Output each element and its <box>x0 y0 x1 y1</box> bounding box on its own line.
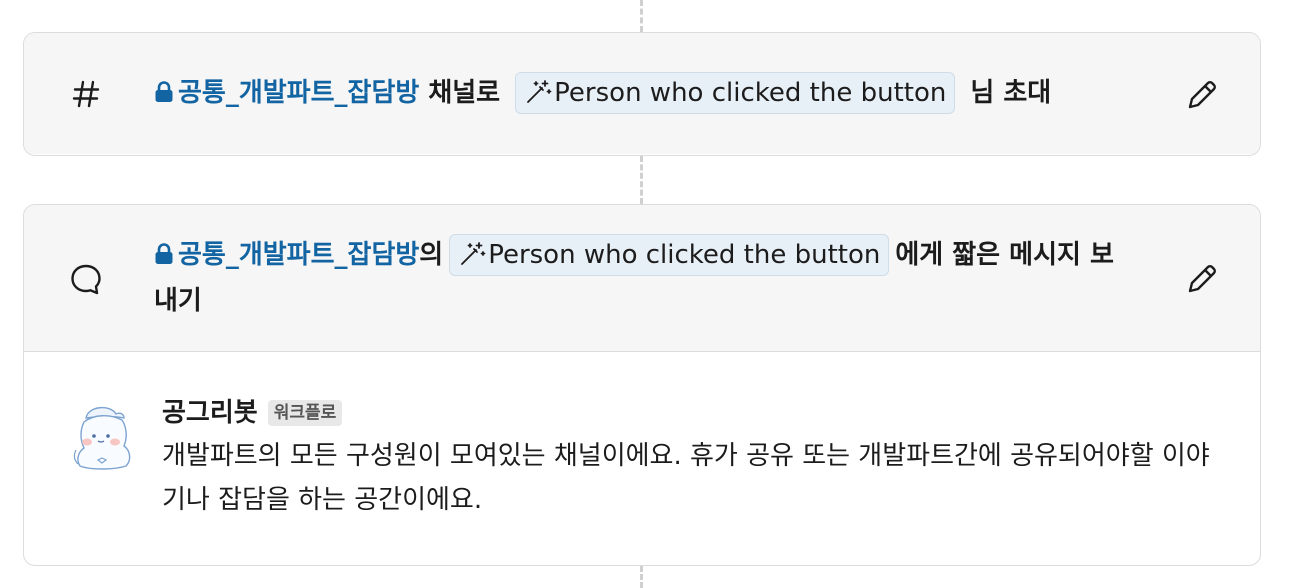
step-header: 공통_개발파트_잡담방의 Person who clicked the butto… <box>24 205 1260 351</box>
edit-button[interactable] <box>1180 73 1224 117</box>
message-preview: 공그리봇 워크플로 개발파트의 모든 구성원이 모여있는 채널이에요. 휴가 공… <box>24 351 1260 564</box>
lock-icon <box>154 235 174 279</box>
variable-pill[interactable]: Person who clicked the button <box>515 72 956 114</box>
magic-wand-icon <box>527 80 552 103</box>
workflow-badge: 워크플로 <box>267 400 343 426</box>
channel-link[interactable]: 공통_개발파트_잡담방 <box>154 78 419 108</box>
channel-name: 공통_개발파트_잡담방 <box>178 240 420 270</box>
hash-icon <box>68 76 104 112</box>
variable-label: Person who clicked the button <box>554 78 947 108</box>
workflow-step-invite[interactable]: 공통_개발파트_잡담방 채널로 Person who clicked the b… <box>23 32 1261 156</box>
bot-avatar <box>70 400 140 474</box>
message-text: 개발파트의 모든 구성원이 모여있는 채널이에요. 휴가 공유 또는 개발파트간… <box>162 441 1210 515</box>
sender-line: 공그리봇 워크플로 <box>162 396 343 430</box>
channel-link[interactable]: 공통_개발파트_잡담방 <box>154 240 419 270</box>
step-text-before-variable: 의 <box>419 240 444 270</box>
magic-wand-icon <box>461 242 486 265</box>
step-text-before-variable: 채널로 <box>428 78 501 108</box>
workflow-step-message[interactable]: 공통_개발파트_잡담방의 Person who clicked the butto… <box>23 204 1261 566</box>
step-description: 공통_개발파트_잡담방 채널로 Person who clicked the b… <box>154 71 1130 117</box>
pencil-icon <box>1188 81 1216 109</box>
variable-pill[interactable]: Person who clicked the button <box>449 234 890 276</box>
pencil-icon <box>1188 265 1216 293</box>
speech-bubble-icon <box>68 261 104 297</box>
sender-name[interactable]: 공그리봇 <box>162 396 258 430</box>
step-description: 공통_개발파트_잡담방의 Person who clicked the butto… <box>154 233 1132 323</box>
step-header: 공통_개발파트_잡담방 채널로 Person who clicked the b… <box>24 33 1260 154</box>
step-connector-middle <box>640 156 643 204</box>
channel-name: 공통_개발파트_잡담방 <box>178 78 420 108</box>
step-connector-top <box>640 0 643 32</box>
variable-label: Person who clicked the button <box>488 240 881 270</box>
step-connector-bottom <box>640 566 643 588</box>
lock-icon <box>154 73 174 117</box>
edit-button[interactable] <box>1180 257 1224 301</box>
step-text-after-variable: 님 초대 <box>970 78 1052 108</box>
